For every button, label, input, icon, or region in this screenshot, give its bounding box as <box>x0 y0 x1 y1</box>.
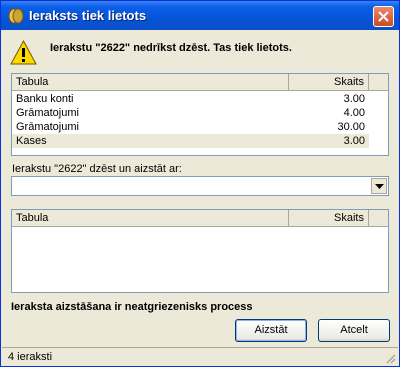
replace-combo[interactable] <box>11 176 389 196</box>
row-table: Banku konti <box>16 93 74 105</box>
window-title: Ieraksts tiek lietots <box>29 8 147 23</box>
dropdown-button[interactable] <box>371 178 387 194</box>
record-count: 4 ieraksti <box>8 351 53 363</box>
row-count: 3.00 <box>343 135 365 147</box>
resize-grip-icon[interactable] <box>384 352 396 364</box>
table-row[interactable]: Kases 3.00 <box>12 134 369 148</box>
table-row[interactable]: Grāmatojumi 4.00 <box>12 106 369 120</box>
row-table: Grāmatojumi <box>16 121 79 133</box>
status-bar: 4 ieraksti <box>2 347 398 366</box>
title-bar[interactable]: Ieraksts tiek lietots <box>1 1 399 30</box>
column-header-skaits[interactable]: Skaits <box>289 74 369 90</box>
column-header-skaits[interactable]: Skaits <box>289 210 369 226</box>
warning-icon <box>10 39 37 65</box>
column-header-tabula[interactable]: Tabula <box>12 74 289 90</box>
row-count: 4.00 <box>343 107 365 119</box>
close-button[interactable] <box>373 6 394 27</box>
usage-table-header: Tabula Skaits <box>12 74 388 91</box>
chevron-down-icon <box>375 184 384 189</box>
replace-table-header: Tabula Skaits <box>12 210 388 227</box>
column-header-tabula[interactable]: Tabula <box>12 210 289 226</box>
row-count: 30.00 <box>337 121 365 133</box>
row-table: Kases <box>16 135 47 147</box>
close-icon <box>378 11 389 22</box>
replace-label: Ierakstu "2622" dzēst un aizstāt ar: <box>12 163 182 175</box>
replace-table[interactable]: Tabula Skaits <box>11 209 389 293</box>
row-table: Grāmatojumi <box>16 107 79 119</box>
app-icon <box>8 8 24 24</box>
irreversible-warning: Ieraksta aizstāšana ir neatgriezenisks p… <box>11 301 253 313</box>
table-row[interactable]: Grāmatojumi 30.00 <box>12 120 369 134</box>
replace-button[interactable]: Aizstāt <box>235 319 307 342</box>
error-message: Ierakstu "2622" nedrīkst dzēst. Tas tiek… <box>50 42 292 54</box>
table-row[interactable]: Banku konti 3.00 <box>12 92 369 106</box>
dialog-window: Ieraksts tiek lietots Ierakstu "2622" ne… <box>0 0 400 367</box>
row-count: 3.00 <box>343 93 365 105</box>
cancel-button[interactable]: Atcelt <box>318 319 390 342</box>
usage-table[interactable]: Tabula Skaits Banku konti 3.00 Grāmatoju… <box>11 73 389 156</box>
